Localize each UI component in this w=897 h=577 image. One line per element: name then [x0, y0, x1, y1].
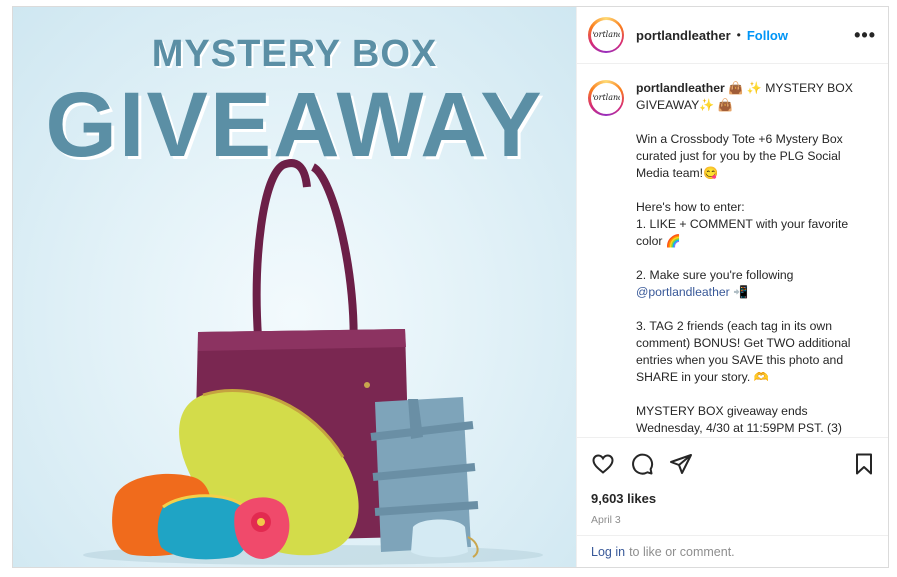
caption-line-howto: Here's how to enter:: [636, 200, 745, 214]
caption-line-title: portlandleather 👜 ✨ MYSTERY BOX GIVEAWAY…: [636, 80, 874, 114]
caption-gap: [636, 182, 874, 199]
product-illustration: [83, 159, 543, 565]
caption-line-step1: 1. LIKE + COMMENT with your favorite col…: [636, 217, 849, 248]
login-text: to like or comment.: [629, 544, 735, 559]
caption-gap: [636, 301, 874, 318]
post-header: Portland portlandleather • Follow •••: [577, 7, 888, 64]
post-sidebar: Portland portlandleather • Follow ••• Po…: [576, 7, 888, 567]
tote-handle-right: [310, 163, 358, 358]
caption-line-mention: @portlandleather 📲: [636, 284, 874, 301]
post-image[interactable]: MYSTERY BOX GIVEAWAY: [13, 7, 576, 567]
avatar[interactable]: Portland: [588, 17, 624, 53]
more-horizontal-icon[interactable]: •••: [854, 25, 876, 46]
caption-text: portlandleather 👜 ✨ MYSTERY BOX GIVEAWAY…: [636, 80, 874, 437]
header-separator: •: [736, 28, 741, 42]
action-bar: [577, 437, 888, 489]
caption-avatar-logo-text: Portland: [593, 93, 620, 102]
caption-username[interactable]: portlandleather: [636, 81, 725, 95]
caption-avatar[interactable]: Portland: [588, 80, 624, 116]
caption-gap: [636, 114, 874, 131]
tote-handle-left: [252, 159, 311, 338]
caption-line-prize: Win a Crossbody Tote +6 Mystery Box cura…: [636, 132, 843, 180]
header-username[interactable]: portlandleather: [636, 28, 731, 43]
caption-line-step3: 3. TAG 2 friends (each tag in its own co…: [636, 319, 851, 384]
avatar-logo-text: Portland: [593, 30, 620, 39]
login-link[interactable]: Log in: [591, 545, 625, 559]
caption-line-ends: MYSTERY BOX giveaway ends Wednesday, 4/3…: [636, 404, 842, 435]
caption-gap: [636, 386, 874, 403]
mention-link[interactable]: @portlandleather: [636, 285, 730, 299]
caption-gap: [636, 250, 874, 267]
follow-button[interactable]: Follow: [747, 28, 788, 43]
share-icon[interactable]: [669, 452, 693, 476]
heart-icon[interactable]: [591, 452, 615, 476]
login-prompt: Log in to like or comment.: [577, 535, 888, 567]
caption-line-step2: 2. Make sure you're following: [636, 268, 794, 282]
white-key-pouch: [411, 519, 468, 558]
likes-count[interactable]: 9,603 likes: [577, 489, 888, 509]
post-date[interactable]: April 3: [577, 509, 888, 531]
instagram-post: MYSTERY BOX GIVEAWAY ortlan portlandleat…: [12, 6, 889, 568]
bookmark-icon[interactable]: [852, 452, 876, 476]
mention-emoji: 📲: [733, 285, 749, 299]
comment-icon[interactable]: [630, 452, 654, 476]
caption-section: Portland portlandleather 👜 ✨ MYSTERY BOX…: [577, 64, 888, 437]
